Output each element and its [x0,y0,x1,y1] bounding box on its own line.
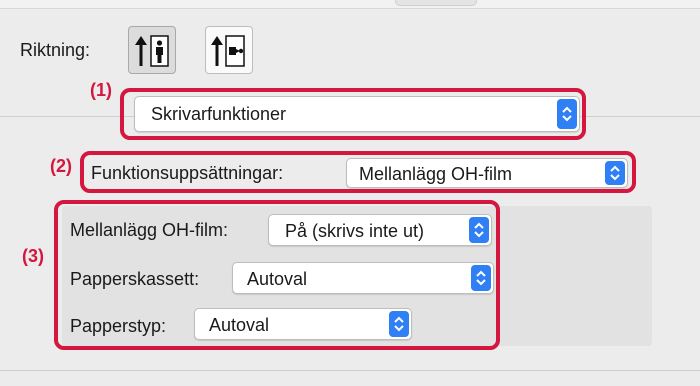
option-label-paper-type: Papperstyp: [70,316,167,336]
marker-2: (2) [50,156,72,176]
marker-3: (3) [22,246,44,266]
chevron-up-down-icon [476,270,486,286]
portrait-orientation-icon [135,35,169,67]
feature-sets-label: Funktionsuppsättningar: [91,163,284,183]
option-label-paper-tray: Papperskassett: [70,269,200,289]
paper-tray-value: Autoval [247,269,308,289]
popup-stepper [605,161,625,185]
paper-type-value: Autoval [209,315,270,335]
chevron-up-down-icon [394,316,404,332]
landscape-orientation-icon [211,35,245,67]
transparency-insert-popup[interactable]: På (skrivs inte ut) [268,214,492,246]
chevron-up-down-icon [562,106,572,122]
top-control-stub [395,0,477,6]
feature-sets-popup[interactable]: Mellanlägg OH-film [346,158,628,188]
bottom-divider [0,370,700,371]
printer-functions-popup[interactable]: Skrivarfunktioner [134,96,580,132]
orientation-portrait-button[interactable] [128,26,176,74]
feature-sets-value: Mellanlägg OH-film [359,164,513,184]
chevron-up-down-icon [610,165,620,181]
orientation-label: Riktning: [20,40,91,60]
paper-tray-popup[interactable]: Autoval [232,262,494,294]
popup-stepper [469,217,489,243]
popup-stepper [389,311,409,337]
orientation-landscape-button[interactable] [205,26,253,74]
chevron-up-down-icon [474,222,484,238]
popup-stepper [557,99,577,129]
option-label-transparency-insert: Mellanlägg OH-film: [70,220,229,240]
printer-functions-value: Skrivarfunktioner [151,104,287,124]
popup-stepper [471,265,491,291]
transparency-insert-value: På (skrivs inte ut) [285,221,425,241]
marker-1: (1) [90,80,112,100]
window-top-strip [0,0,700,9]
paper-type-popup[interactable]: Autoval [194,308,412,340]
